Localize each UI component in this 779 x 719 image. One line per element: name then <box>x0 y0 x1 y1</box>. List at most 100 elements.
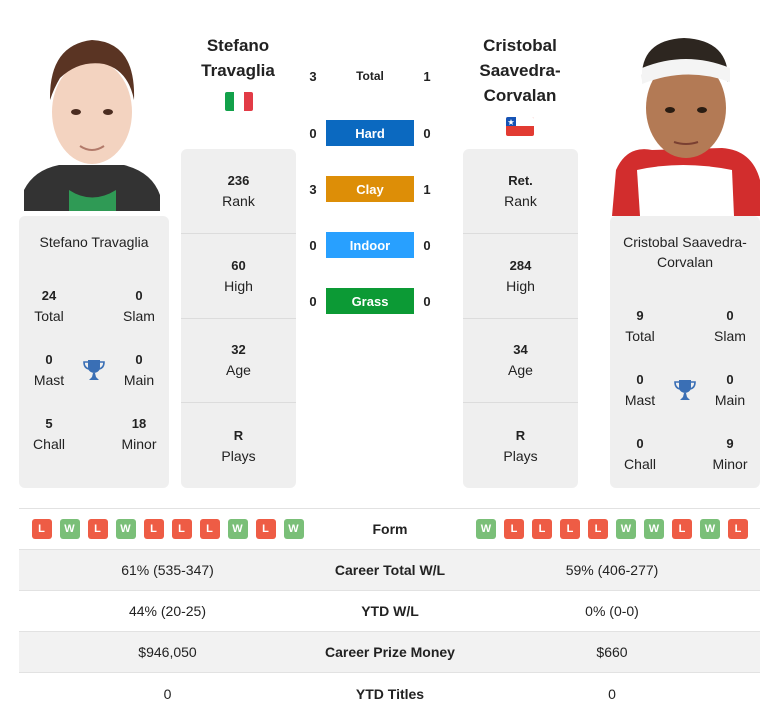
titles-slam: 0 Slam <box>109 286 169 326</box>
form-badge-loss[interactable]: L <box>199 519 220 539</box>
stat-high-value: 284 <box>509 257 532 273</box>
titles-mast: 0 Mast <box>19 350 79 390</box>
titles-mast-label: Mast <box>624 392 656 408</box>
form-badge-win[interactable]: W <box>227 519 248 539</box>
titles-slam-value: 0 <box>135 288 143 303</box>
titles-mast-value: 0 <box>636 372 644 387</box>
player1-titles-name[interactable]: Stefano Travaglia <box>19 216 169 252</box>
form-badge-loss[interactable]: L <box>532 519 552 539</box>
player2-value: 0 <box>608 685 616 702</box>
player2-value: 0% (0-0) <box>585 603 639 619</box>
form-badge-loss[interactable]: L <box>87 519 108 539</box>
player2-name[interactable]: Cristobal Saavedra-Corvalan <box>462 33 578 108</box>
h2h-label-total: Total <box>356 69 384 83</box>
comparison-table: LWLWLLLWLW Form WLLLLWWLWL 61% (535-347)… <box>19 508 760 714</box>
stat-rank-value: Ret. <box>508 172 533 188</box>
h2h-p2-total: 1 <box>423 68 431 84</box>
stat-age-value: 32 <box>231 342 246 358</box>
stat-plays-label: Plays <box>503 447 538 464</box>
chile-flag-icon <box>506 117 534 136</box>
titles-row: 0 Chall 9 Minor <box>610 422 760 486</box>
player2-titles-card: Cristobal Saavedra-Corvalan 9 Total 0 Slam… <box>610 216 760 488</box>
form-badge-loss[interactable]: L <box>143 519 164 539</box>
h2h-p2-hard: 0 <box>423 125 431 141</box>
titles-row: 9 Total 0 Slam <box>610 294 760 358</box>
titles-chall: 0 Chall <box>610 434 670 474</box>
form-badge-loss[interactable]: L <box>728 519 748 539</box>
titles-total: 24 Total <box>19 286 79 326</box>
form-badge-loss[interactable]: L <box>255 519 276 539</box>
stat-high: 284 High <box>463 234 578 319</box>
titles-main: 0 Main <box>109 350 169 390</box>
form-badge-loss[interactable]: L <box>560 519 580 539</box>
stat-age-label: Age <box>226 362 251 379</box>
h2h-p2-indoor: 0 <box>423 237 431 253</box>
player1-value: 0 <box>163 685 172 702</box>
titles-main: 0 Main <box>700 370 760 410</box>
stat-age: 32 Age <box>181 319 296 404</box>
stat-high: 60 High <box>181 234 296 319</box>
titles-main-value: 0 <box>135 352 143 367</box>
player2-value: $660 <box>596 644 628 660</box>
titles-minor-value: 18 <box>131 416 147 431</box>
form-badge-loss[interactable]: L <box>31 519 52 539</box>
h2h-label-indoor[interactable]: Indoor <box>326 232 414 258</box>
stat-age: 34 Age <box>463 319 578 404</box>
h2h-p1-grass: 0 <box>309 293 317 309</box>
form-badge-loss[interactable]: L <box>588 519 608 539</box>
titles-slam-label: Slam <box>714 328 746 344</box>
player1-stats-card: 236 Rank 60 High 32 Age R Plays <box>181 149 296 488</box>
form-badge-win[interactable]: W <box>283 519 304 539</box>
stat-age-value: 34 <box>513 342 528 358</box>
player1-titles-card: Stefano Travaglia 24 Total 0 Slam 0 Mast 0 M… <box>19 216 169 488</box>
titles-minor-label: Minor <box>712 456 748 472</box>
player2-titles-name[interactable]: Cristobal Saavedra-Corvalan <box>610 216 760 272</box>
h2h-p2-clay: 1 <box>423 181 431 197</box>
row-label: YTD W/L <box>361 603 419 619</box>
h2h-p2-grass: 0 <box>423 293 431 309</box>
row-label: Career Prize Money <box>325 644 455 660</box>
form-badge-win[interactable]: W <box>115 519 136 539</box>
titles-main-value: 0 <box>726 372 734 387</box>
h2h-p1-hard: 0 <box>309 125 317 141</box>
table-row: 61% (535-347) Career Total W/L 59% (406-… <box>19 550 760 591</box>
h2h-p1-total: 3 <box>309 68 317 84</box>
titles-mast: 0 Mast <box>610 370 670 410</box>
form-badge-win[interactable]: W <box>644 519 664 539</box>
form-label: Form <box>372 521 408 537</box>
titles-row: 0 Mast 0 Main <box>19 338 169 402</box>
row-label: YTD Titles <box>355 685 425 702</box>
titles-chall-label: Chall <box>624 456 656 472</box>
stat-high-label: High <box>224 277 253 294</box>
form-badge-loss[interactable]: L <box>504 519 524 539</box>
titles-slam-value: 0 <box>726 308 734 323</box>
stat-rank-label: Rank <box>222 192 255 209</box>
form-badge-loss[interactable]: L <box>171 519 192 539</box>
titles-row: 0 Mast 0 Main <box>610 358 760 422</box>
form-badge-win[interactable]: W <box>616 519 636 539</box>
player1-name[interactable]: Stefano Travaglia <box>182 33 294 83</box>
stat-rank: Ret. Rank <box>463 149 578 234</box>
h2h-row-hard: 0 Hard 0 <box>300 120 440 146</box>
h2h-label-grass[interactable]: Grass <box>326 288 414 314</box>
player1-value: $946,050 <box>138 644 197 660</box>
player1-value: 44% (20-25) <box>128 603 207 619</box>
h2h-label-hard[interactable]: Hard <box>326 120 414 146</box>
h2h-row-clay: 3 Clay 1 <box>300 176 440 202</box>
titles-slam-label: Slam <box>123 308 155 324</box>
form-badge-loss[interactable]: L <box>672 519 692 539</box>
h2h-p1-indoor: 0 <box>309 237 317 253</box>
h2h-row-indoor: 0 Indoor 0 <box>300 232 440 258</box>
form-badge-win[interactable]: W <box>700 519 720 539</box>
stat-plays: R Plays <box>463 403 578 488</box>
h2h-label-clay[interactable]: Clay <box>326 176 414 202</box>
form-row: LWLWLLLWLW Form WLLLLWWLWL <box>19 509 760 550</box>
form-badge-win[interactable]: W <box>476 519 496 539</box>
stat-rank: 236 Rank <box>181 149 296 234</box>
titles-total-label: Total <box>34 308 64 324</box>
titles-main-label: Main <box>714 392 746 408</box>
stat-high-label: High <box>506 277 535 294</box>
form-badge-win[interactable]: W <box>59 519 80 539</box>
titles-chall: 5 Chall <box>19 414 79 454</box>
titles-chall-value: 0 <box>636 436 644 451</box>
